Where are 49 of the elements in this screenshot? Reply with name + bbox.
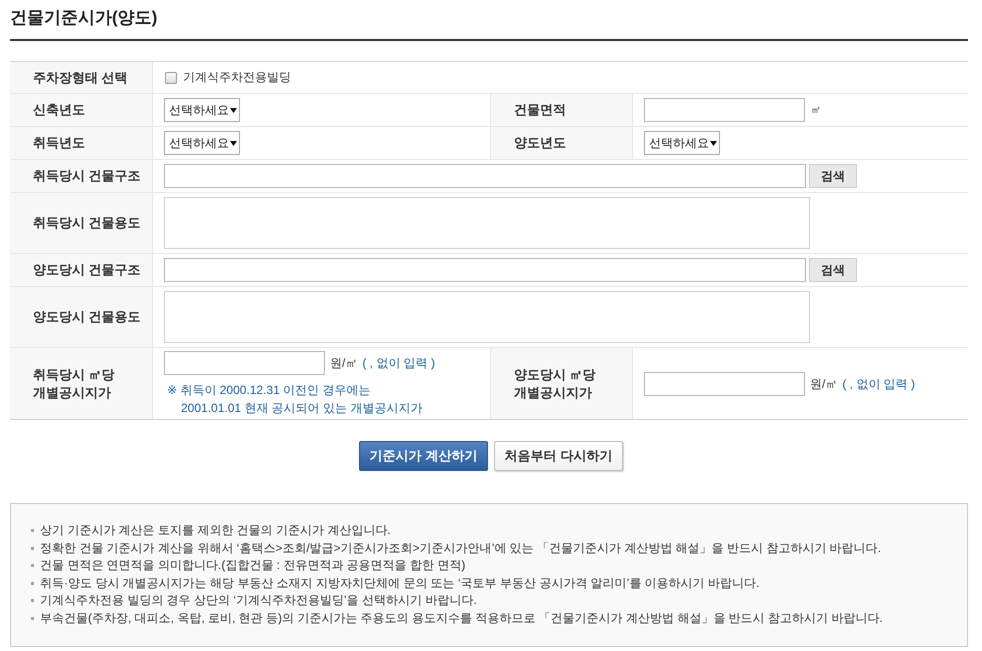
unit-label: 원/㎡: [810, 376, 838, 392]
field-label: 취득당시 건물용도: [10, 193, 153, 253]
field-label: 신축년도: [10, 94, 153, 126]
checkbox[interactable]: [165, 72, 177, 84]
bullet-icon: [31, 529, 34, 532]
field-label: 건물면적: [490, 94, 633, 126]
field-label: 취득년도: [10, 127, 153, 159]
note-text: 정확한 건물 기준시가 계산을 위해서 ‘홈택스>조회/발급>기준시가조회>기준시가안내’에 있는 「건물기준시가 계산방법 해설」을 반드시 참고하시기 바랍니다.: [40, 540, 882, 557]
field-label: 양도당시 건물구조: [10, 254, 153, 286]
caret-icon: [230, 140, 237, 146]
textarea-field[interactable]: [164, 197, 810, 249]
year-select[interactable]: 선택하세요: [164, 98, 240, 122]
unit-label: 원/㎡: [330, 354, 358, 372]
field-label: 양도당시 ㎡당 개별공시지가: [490, 348, 633, 419]
input-field[interactable]: [164, 164, 806, 188]
note-text: ※ 취득이 2000.12.31 이전인 경우에는 2001.01.01 현재 공시되어 있는 개별공시지가: [166, 382, 422, 417]
input-field[interactable]: [164, 351, 325, 375]
field-label: 취득당시 건물구조: [10, 160, 153, 192]
bullet-icon: [31, 616, 34, 620]
field-label: 주차장형태 선택: [10, 62, 153, 93]
checkbox-label[interactable]: 기계식주차전용빌딩: [183, 69, 291, 86]
textarea-field[interactable]: [164, 291, 810, 343]
input-field[interactable]: [164, 258, 806, 282]
search-button[interactable]: 검색: [809, 258, 857, 282]
unit-label: ㎡: [811, 104, 821, 117]
search-button[interactable]: 검색: [809, 164, 857, 188]
note-text: 건물 면적은 연면적을 의미합니다.(집합건물 : 전유면적과 공용면적을 합한 면적): [40, 557, 466, 574]
caret-icon: [230, 106, 237, 114]
note-text: 취득·양도 당시 개별공시지가는 해당 부동산 소재지 지방자치단체에 문의 또는 ‘국토부 부동산 공시가격 알리미’를 이용하시기 바랍니다.: [40, 574, 760, 592]
calculate-button[interactable]: 기준시가 계산하기: [359, 441, 488, 471]
note-text: 상기 기준시가 계산은 토지를 제외한 건물의 기준시가 계산입니다.: [40, 522, 391, 540]
field-label: 양도당시 건물용도: [10, 287, 153, 347]
note-text: 기계식주차전용 빌딩의 경우 상단의 ‘기계식주차전용빌딩’을 선택하시기 바랍니다.: [40, 592, 477, 610]
page-title: 건물기준시가(양도): [10, 7, 158, 29]
reset-button[interactable]: 처음부터 다시하기: [494, 441, 623, 471]
note-text: 부속건물(주차장, 대피소, 옥탑, 로비, 현관 등)의 기준시가는 주용도의 용도지수를 적용하므로 「건물기준시가 계산방법 해설」을 반드시 참고하시기 바랍니다.: [40, 610, 883, 627]
field-label: 취득당시 ㎡당 개별공시지가: [10, 348, 153, 419]
input-field[interactable]: [644, 98, 805, 122]
bullet-icon: [31, 582, 34, 585]
input-field[interactable]: [644, 372, 805, 396]
bullet-icon: [31, 599, 34, 602]
input-hint: ( , 없이 입력 ): [842, 376, 916, 392]
year-select[interactable]: 선택하세요: [164, 131, 240, 155]
input-hint: ( , 없이 입력 ): [362, 354, 436, 372]
field-label: 양도년도: [490, 127, 633, 159]
caret-icon: [710, 140, 717, 146]
bullet-icon: [31, 546, 34, 550]
year-select[interactable]: 선택하세요: [644, 131, 720, 155]
bullet-icon: [31, 564, 34, 568]
